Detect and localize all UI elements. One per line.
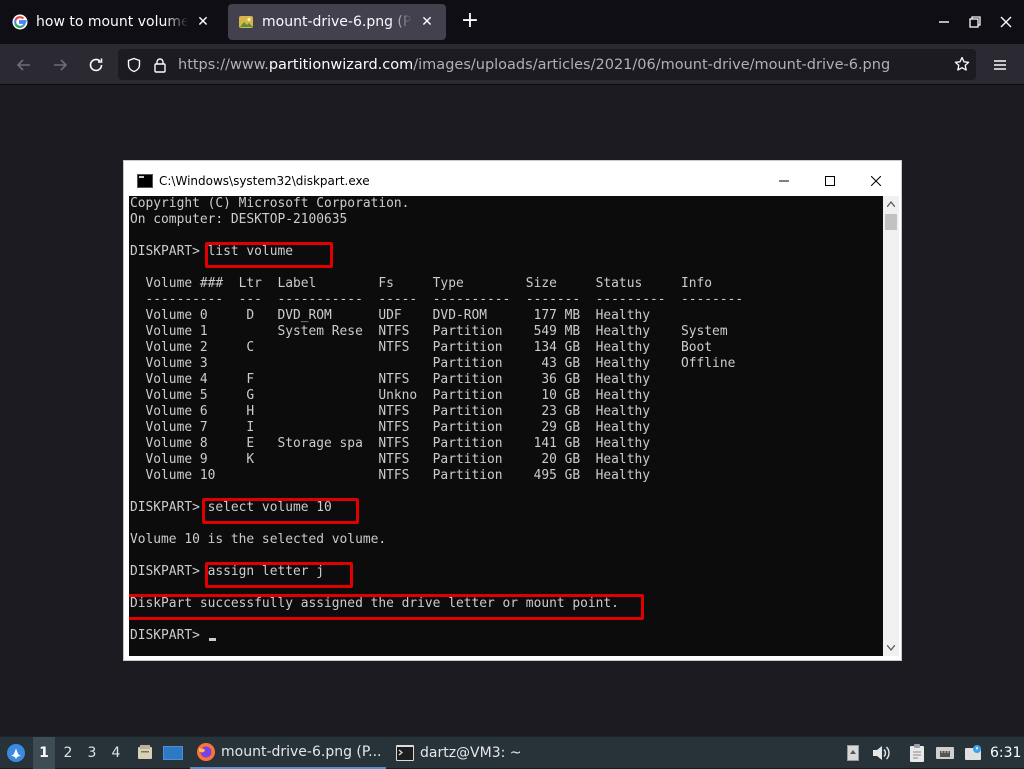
console-line: Volume 10 NTFS Partition 495 GB Healthy <box>130 468 650 483</box>
google-icon <box>12 14 28 30</box>
forward-arrow-icon[interactable] <box>47 52 73 78</box>
console-output: Copyright (C) Microsoft Corporation. On c… <box>129 196 883 656</box>
back-arrow-icon[interactable] <box>11 52 37 78</box>
close-tab-icon[interactable]: ✕ <box>194 13 212 31</box>
console-app-icon <box>137 174 153 188</box>
taskbar: 1 2 3 4 mount-drive-6.png (P... dartz@VM… <box>0 736 1024 769</box>
workspace-2[interactable]: 2 <box>57 737 79 769</box>
restore-icon[interactable] <box>963 10 987 34</box>
workspace-1[interactable]: 1 <box>33 737 55 769</box>
console-line: Volume 4 F NTFS Partition 36 GB Healthy <box>130 372 650 387</box>
highlight-box-success-message <box>129 594 644 620</box>
tab-google-search[interactable]: how to mount volume - G ✕ <box>2 4 222 40</box>
cmd-maximize-icon <box>807 166 853 196</box>
console-cursor <box>209 638 216 641</box>
new-tab-button[interactable]: + <box>458 10 482 34</box>
start-menu-icon[interactable] <box>4 737 28 769</box>
file-manager-icon[interactable] <box>134 737 156 769</box>
tab-title: mount-drive-6.png (PNG <box>262 14 412 30</box>
taskbar-item-firefox[interactable]: mount-drive-6.png (P... <box>190 737 386 769</box>
highlight-box-list-volume <box>205 242 333 268</box>
console-line: Volume ### Ltr Label Fs Type Size Status… <box>130 276 713 291</box>
minimize-icon[interactable] <box>932 10 956 34</box>
console-line: Volume 7 I NTFS Partition 29 GB Healthy <box>130 420 650 435</box>
url-prefix: https://www. <box>178 56 269 73</box>
url-domain: partitionwizard.com <box>268 56 414 73</box>
cmd-title-bar: C:\Windows\system32\diskpart.exe <box>129 166 899 196</box>
lock-icon[interactable] <box>150 57 170 73</box>
console-scrollbar <box>883 196 899 656</box>
url-path: /images/uploads/articles/2021/06/mount-d… <box>413 56 891 73</box>
taskbar-item-label: dartz@VM3: ~ <box>420 745 522 761</box>
console-line: ---------- --- ----------- ----- -------… <box>130 292 744 307</box>
shield-icon[interactable] <box>124 57 144 73</box>
console-line: Volume 3 Partition 43 GB Healthy Offline <box>130 356 736 371</box>
highlight-box-select-volume <box>202 498 359 524</box>
highlight-box-assign-letter <box>205 562 353 588</box>
console-line: Volume 9 K NTFS Partition 20 GB Healthy <box>130 452 650 467</box>
bookmark-star-icon[interactable] <box>952 54 972 74</box>
reload-icon[interactable] <box>83 52 109 78</box>
firefox-icon <box>196 742 216 762</box>
hamburger-menu-icon[interactable] <box>987 52 1013 78</box>
tray-scroll-up-icon[interactable] <box>845 737 861 769</box>
update-notifier-icon[interactable] <box>961 737 985 769</box>
scroll-down-arrow-icon <box>883 640 899 656</box>
terminal-icon <box>396 745 414 761</box>
tab-strip: how to mount volume - G ✕ mount-drive-6.… <box>0 0 1024 44</box>
tab-image-active[interactable]: mount-drive-6.png (PNG ✕ <box>228 4 446 40</box>
displayed-image[interactable]: C:\Windows\system32\diskpart.exe Copyrig… <box>123 160 902 661</box>
tab-title: how to mount volume - G <box>36 14 188 30</box>
close-tab-icon[interactable]: ✕ <box>418 13 436 31</box>
console-line: Volume 2 C NTFS Partition 134 GB Healthy… <box>130 340 713 355</box>
image-file-icon <box>238 14 254 30</box>
console-line: Volume 5 G Unkno Partition 10 GB Healthy <box>130 388 650 403</box>
address-bar[interactable]: https://www.partitionwizard.com/images/u… <box>118 49 976 80</box>
clipboard-icon[interactable] <box>906 737 928 769</box>
network-icon[interactable] <box>934 737 956 769</box>
cmd-close-icon <box>853 166 899 196</box>
volume-speaker-icon[interactable] <box>870 737 892 769</box>
taskbar-item-label: mount-drive-6.png (P... <box>221 744 382 760</box>
workspace-4[interactable]: 4 <box>105 737 127 769</box>
cmd-minimize-icon <box>761 166 807 196</box>
cmd-window-title: C:\Windows\system32\diskpart.exe <box>159 174 370 188</box>
console-line: DISKPART> <box>130 628 208 643</box>
console-line: Volume 1 System Rese NTFS Partition 549 … <box>130 324 728 339</box>
console-line: Copyright (C) Microsoft Corporation. <box>130 196 410 211</box>
console-line: On computer: DESKTOP-2100635 <box>130 212 348 227</box>
console-line: Volume 6 H NTFS Partition 23 GB Healthy <box>130 404 650 419</box>
taskbar-item-terminal[interactable]: dartz@VM3: ~ <box>390 737 540 769</box>
clock[interactable]: 6:31 <box>990 737 1021 769</box>
close-window-icon[interactable] <box>994 10 1018 34</box>
scroll-thumb <box>885 214 897 230</box>
navigation-toolbar: https://www.partitionwizard.com/images/u… <box>0 44 1024 85</box>
console-line: Volume 8 E Storage spa NTFS Partition 14… <box>130 436 650 451</box>
workspace-3[interactable]: 3 <box>81 737 103 769</box>
url-text: https://www.partitionwizard.com/images/u… <box>178 57 890 73</box>
scroll-up-arrow-icon <box>883 196 899 212</box>
console-line: Volume 10 is the selected volume. <box>130 532 387 547</box>
console-line: Volume 0 D DVD_ROM UDF DVD-ROM 177 MB He… <box>130 308 650 323</box>
show-desktop-icon[interactable] <box>162 737 184 769</box>
